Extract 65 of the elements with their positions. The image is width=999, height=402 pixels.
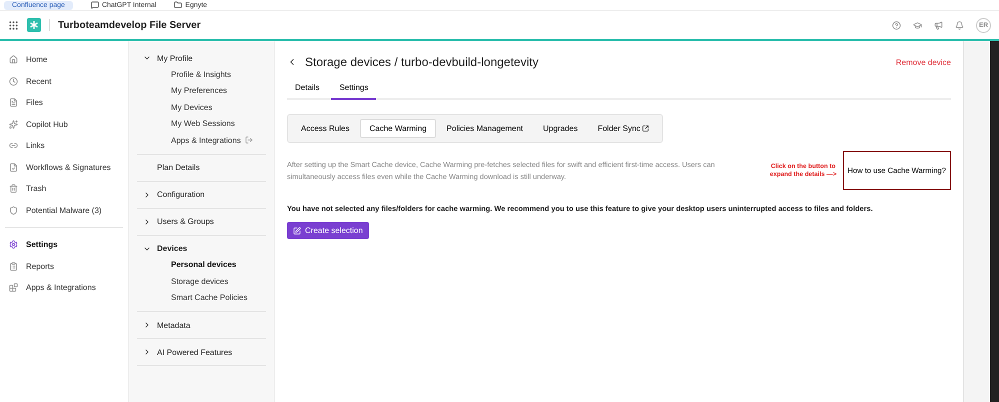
tab[interactable]: Settings — [331, 77, 376, 100]
tab[interactable]: Details — [287, 77, 328, 100]
edit-icon — [293, 226, 301, 234]
chevron-right-icon — [143, 321, 151, 329]
settings-section[interactable]: My Profile — [137, 50, 266, 66]
settings-section[interactable]: Configuration — [137, 186, 266, 202]
external-link-icon — [642, 125, 650, 132]
chevron-right-icon — [143, 348, 151, 356]
nav-item[interactable]: Potential Malware (3) — [5, 200, 123, 221]
settings-link[interactable]: Smart Cache Policies — [137, 290, 266, 306]
settings-link[interactable]: My Preferences — [137, 82, 266, 99]
chevron-right-icon — [143, 190, 151, 198]
settings-link[interactable]: My Web Sessions — [137, 116, 266, 132]
nav-item[interactable]: Recent — [5, 70, 123, 92]
app-grid-icon[interactable] — [8, 20, 19, 30]
subtab[interactable]: Cache Warming — [360, 119, 436, 138]
settings-link[interactable]: Storage devices — [137, 273, 266, 290]
subtab[interactable]: Folder Sync — [588, 119, 658, 138]
settings-link[interactable]: Personal devices — [137, 256, 266, 273]
logo-icon — [27, 18, 41, 32]
shield-icon — [9, 206, 18, 215]
settings-section[interactable]: Metadata — [137, 317, 266, 333]
sparkle-icon — [9, 120, 18, 129]
create-selection-button[interactable]: Create selection — [287, 222, 369, 239]
bookmark-icon — [90, 1, 99, 9]
nav-item[interactable]: Files — [5, 92, 123, 114]
megaphone-icon[interactable] — [934, 20, 943, 30]
clipboard-icon — [9, 262, 18, 271]
nav-item[interactable]: Workflows & Signatures — [5, 156, 123, 178]
clock-icon — [9, 76, 18, 86]
graduation-cap-icon[interactable] — [913, 20, 922, 30]
nav-item[interactable]: Home — [5, 49, 123, 70]
document-check-icon — [9, 162, 18, 172]
chevron-right-icon — [143, 218, 151, 226]
subtab[interactable]: Access Rules — [292, 119, 358, 138]
document-icon — [9, 98, 18, 108]
nav-item[interactable]: Reports — [5, 256, 123, 277]
nav-item[interactable]: Links — [5, 135, 123, 156]
subtab[interactable]: Policies Management — [438, 119, 532, 138]
settings-section[interactable]: Plan Details — [137, 160, 266, 176]
bookmark-icon — [174, 1, 182, 9]
settings-section[interactable]: Devices — [137, 240, 266, 256]
blocks-icon — [9, 283, 18, 292]
trash-icon — [9, 184, 18, 194]
settings-section[interactable]: Users & Groups — [137, 214, 266, 230]
settings-link[interactable]: Apps & Integrations — [137, 132, 266, 148]
scrollbar[interactable] — [990, 41, 999, 402]
nav-item[interactable]: Trash — [5, 178, 123, 200]
settings-icon — [9, 240, 18, 250]
help-icon[interactable] — [892, 20, 901, 30]
app-title: Turboteamdevelop File Server — [58, 20, 202, 30]
settings-section[interactable]: AI Powered Features — [137, 344, 266, 360]
chevron-down-icon — [143, 54, 151, 62]
nav-item[interactable]: Settings — [5, 234, 123, 256]
settings-link[interactable]: My Devices — [137, 99, 266, 116]
subtab[interactable]: Upgrades — [534, 119, 587, 138]
external-link-icon — [244, 136, 253, 144]
link-icon — [9, 141, 18, 150]
nav-item[interactable]: Apps & Integrations — [5, 277, 123, 298]
notifications-icon[interactable] — [955, 20, 964, 30]
page-title: Storage devices / turbo-devbuild-longetevity — [305, 55, 540, 69]
settings-link[interactable]: Profile & Insights — [137, 66, 266, 82]
remove-device-link[interactable]: Remove device — [896, 58, 951, 66]
home-icon — [9, 55, 18, 64]
nav-item[interactable]: Copilot Hub — [5, 114, 123, 135]
